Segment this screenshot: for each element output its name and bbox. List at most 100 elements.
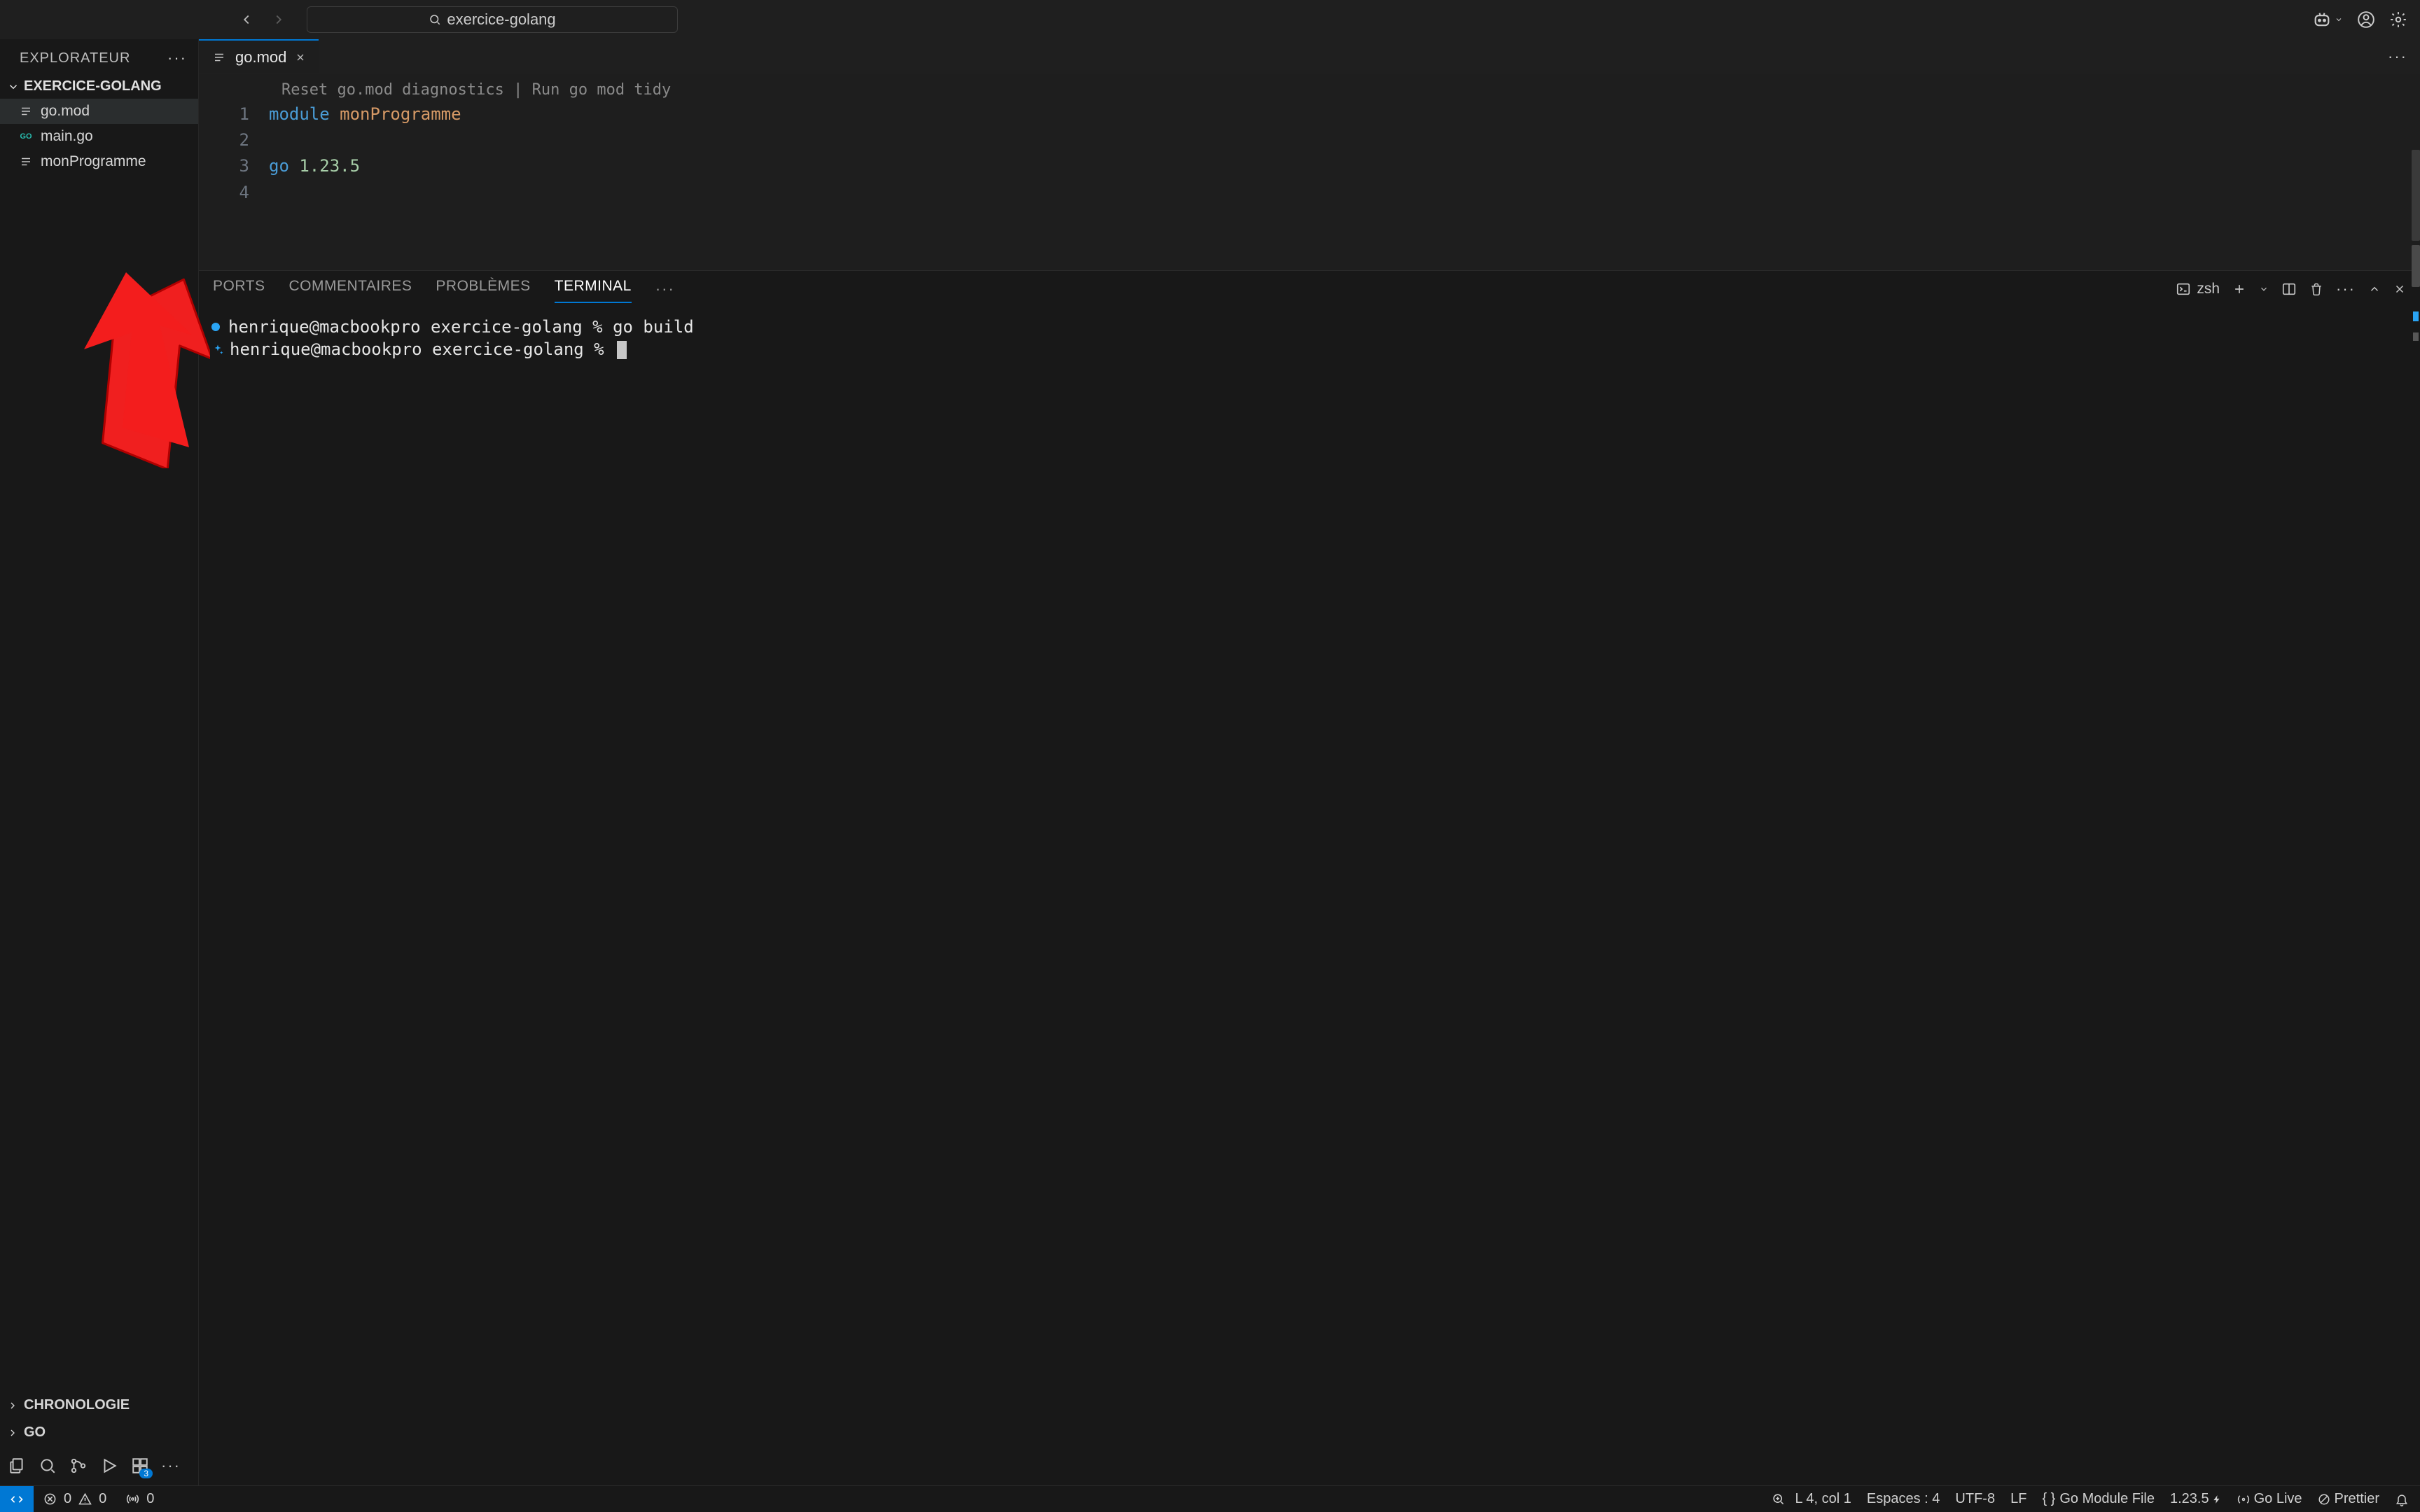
file-label: main.go (41, 128, 93, 145)
command-center-search[interactable]: exercice-golang (307, 6, 678, 33)
terminal-shell-picker[interactable]: zsh (2176, 281, 2220, 298)
status-eol[interactable]: LF (2010, 1491, 2026, 1507)
extensions-icon[interactable]: 3 (130, 1456, 150, 1476)
text-file-icon (18, 104, 34, 119)
extensions-badge: 3 (139, 1469, 153, 1478)
nav-forward-icon[interactable] (269, 10, 288, 29)
folder-name: EXERCICE-GOLANG (24, 78, 162, 94)
status-indent[interactable]: Espaces : 4 (1867, 1491, 1940, 1507)
title-bar: exercice-golang (0, 0, 2420, 39)
run-debug-icon[interactable] (99, 1456, 119, 1476)
line-number: 3 (199, 153, 269, 179)
file-item-monProgramme[interactable]: monProgramme (0, 149, 198, 174)
explorer-title: EXPLORATEUR (20, 50, 130, 66)
terminal-overview-marker (2413, 312, 2419, 321)
error-icon (43, 1492, 57, 1506)
panel-maximize-icon[interactable] (2368, 283, 2381, 295)
terminal-overview-marker (2413, 332, 2419, 341)
search-text: exercice-golang (447, 10, 555, 29)
minimap[interactable] (2407, 113, 2420, 295)
terminal-icon (2176, 281, 2191, 297)
code-line[interactable]: 4 (199, 180, 2420, 206)
explorer-sidebar: EXPLORATEUR ··· EXERCICE-GOLANG go.mod GO… (0, 39, 199, 1485)
status-zoom[interactable] (1762, 1492, 1795, 1506)
chevron-down-icon (2335, 15, 2343, 24)
braces-icon: { } (2042, 1491, 2055, 1507)
editor-tab-bar: go.mod ··· (199, 39, 2420, 74)
line-number: 2 (199, 127, 269, 153)
sparkle-icon (211, 344, 224, 356)
terminal-body[interactable]: henrique@macbookpro exercice-golang % go… (199, 307, 2420, 1485)
sidebar-section-go[interactable]: GO (0, 1419, 198, 1446)
warning-icon (78, 1492, 92, 1506)
explorer-more-icon[interactable]: ··· (167, 49, 187, 67)
cancel-icon (2318, 1493, 2330, 1506)
nav-back-icon[interactable] (237, 10, 256, 29)
file-label: go.mod (41, 103, 90, 120)
annotation-red-arrow (84, 272, 210, 468)
tab-label: go.mod (235, 48, 286, 66)
editor-area[interactable]: Reset go.mod diagnostics | Run go mod ti… (199, 74, 2420, 270)
tab-go-mod[interactable]: go.mod (199, 39, 319, 74)
folder-root[interactable]: EXERCICE-GOLANG (0, 74, 198, 99)
zoom-icon (1772, 1492, 1785, 1506)
file-item-go-mod[interactable]: go.mod (0, 99, 198, 124)
chevron-right-icon (7, 1427, 18, 1438)
chevron-right-icon (7, 1400, 18, 1411)
file-item-main-go[interactable]: GO main.go (0, 124, 198, 149)
panel-tab-problèmes[interactable]: PROBLÈMES (436, 275, 530, 303)
line-number: 4 (199, 180, 269, 206)
panel-tab-commentaires[interactable]: COMMENTAIRES (288, 275, 412, 303)
remote-indicator[interactable] (0, 1486, 34, 1512)
panel-tab-terminal[interactable]: TERMINAL (555, 275, 632, 303)
code-line[interactable]: 3go 1.23.5 (199, 153, 2420, 179)
close-icon[interactable] (295, 52, 306, 63)
terminal-dropdown-icon[interactable] (2259, 284, 2269, 294)
files-icon[interactable] (7, 1456, 27, 1476)
panel-pin-more-icon[interactable]: ··· (2336, 280, 2356, 298)
sidebar-section-timeline[interactable]: CHRONOLOGIE (0, 1392, 198, 1419)
file-icon (211, 50, 227, 65)
editor-more-icon[interactable]: ··· (2388, 48, 2420, 66)
source-control-icon[interactable] (69, 1456, 88, 1476)
status-bar: 0 0 0 L 4, col 1 Espaces : 4 UTF-8 LF { … (0, 1485, 2420, 1512)
status-cursor-position[interactable]: L 4, col 1 (1795, 1491, 1851, 1507)
account-icon[interactable] (2357, 10, 2375, 29)
go-file-icon: GO (18, 129, 34, 144)
search-icon[interactable] (38, 1456, 57, 1476)
status-prettier[interactable]: Prettier (2318, 1491, 2379, 1507)
prompt-dot-icon (211, 323, 220, 331)
panel-tab-ports[interactable]: PORTS (213, 275, 265, 303)
new-terminal-icon[interactable] (2232, 282, 2246, 296)
broadcast-icon (2237, 1493, 2250, 1506)
line-number: 1 (199, 102, 269, 127)
settings-gear-icon[interactable] (2389, 10, 2407, 29)
copilot-icon[interactable] (2312, 10, 2343, 29)
code-lens[interactable]: Reset go.mod diagnostics | Run go mod ti… (199, 78, 2420, 102)
bottom-panel: PORTS COMMENTAIRES PROBLÈMES TERMINAL ··· z… (199, 270, 2420, 1485)
panel-more-icon[interactable]: ··· (655, 280, 675, 298)
status-language[interactable]: { } Go Module File (2042, 1491, 2155, 1507)
code-content: go 1.23.5 (269, 153, 360, 179)
terminal-cursor (617, 341, 627, 359)
panel-close-icon[interactable] (2393, 283, 2406, 295)
split-terminal-icon[interactable] (2281, 281, 2297, 297)
status-ports[interactable]: 0 (116, 1491, 164, 1507)
status-encoding[interactable]: UTF-8 (1955, 1491, 1995, 1507)
terminal-line: henrique@macbookpro exercice-golang % go… (228, 316, 694, 338)
search-icon (429, 13, 441, 26)
code-content: module monProgramme (269, 102, 461, 127)
status-go-live[interactable]: Go Live (2237, 1491, 2302, 1507)
sidebar-more-icon[interactable]: ··· (161, 1456, 181, 1476)
file-label: monProgramme (41, 153, 146, 170)
status-problems[interactable]: 0 0 (34, 1491, 116, 1507)
broadcast-icon (126, 1492, 139, 1506)
chevron-down-icon (7, 80, 20, 93)
code-line[interactable]: 2 (199, 127, 2420, 153)
kill-terminal-icon[interactable] (2309, 282, 2323, 296)
status-go-version[interactable]: 1.23.5 (2170, 1491, 2222, 1507)
status-notifications-icon[interactable] (2395, 1492, 2409, 1506)
bolt-icon (2212, 1494, 2222, 1504)
code-line[interactable]: 1module monProgramme (199, 102, 2420, 127)
text-file-icon (18, 154, 34, 169)
